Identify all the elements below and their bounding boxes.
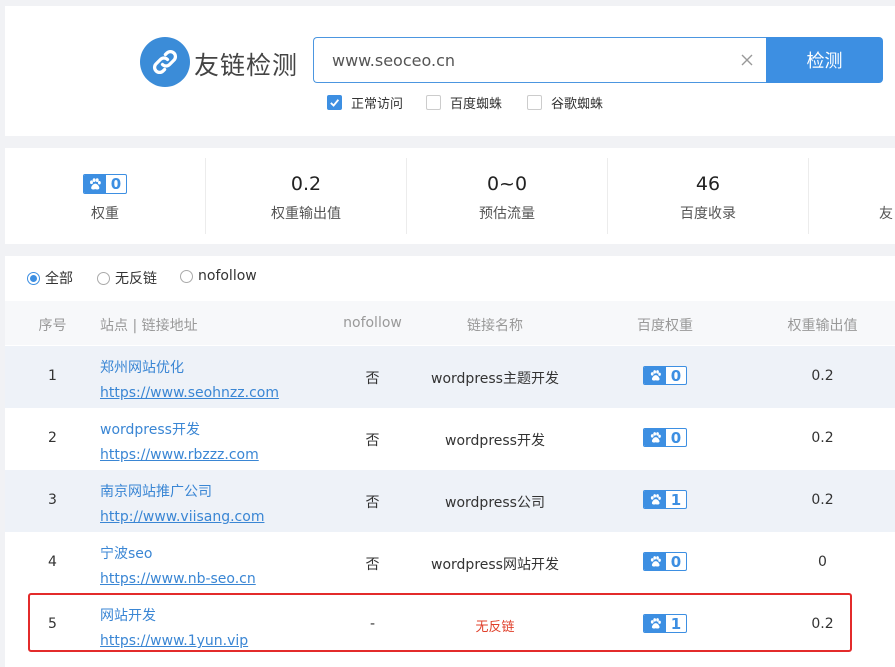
site-url-link[interactable]: https://www.nb-seo.cn — [100, 567, 256, 592]
stat-links: 友 — [809, 158, 895, 234]
output-value: 0.2 — [811, 492, 834, 508]
site-name-link[interactable]: 南京网站推广公司 — [100, 480, 264, 505]
links-table-panel: 全部 无反链 nofollow 序号 站点 | 链接地址 nofollow 链接… — [5, 256, 895, 667]
nofollow-value: 否 — [365, 433, 380, 449]
option-label: 正常访问 — [351, 97, 404, 112]
domain-input[interactable] — [332, 38, 722, 82]
table-row: 3 南京网站推广公司 http://www.viisang.com 否 word… — [5, 470, 895, 532]
site-stats: 0 权重 0.2 权重输出值 0~0 预估流量 46 百度收录 友 — [5, 148, 895, 244]
anchor-text: wordpress公司 — [445, 495, 545, 511]
site-name-link[interactable]: 郑州网站优化 — [100, 356, 279, 381]
output-value: 0.2 — [811, 430, 834, 446]
table-row: 2 wordpress开发 https://www.rbzzz.com 否 wo… — [5, 408, 895, 470]
baidu-paw-icon — [644, 367, 666, 384]
baidu-weight-badge: 0 — [643, 366, 687, 385]
nofollow-value: 否 — [365, 557, 380, 573]
anchor-text: wordpress主题开发 — [431, 371, 559, 387]
header-baidu-weight: 百度权重 — [637, 318, 693, 334]
option-google-spider[interactable]: 谷歌蜘蛛 — [527, 93, 603, 112]
baidu-paw-icon — [644, 429, 666, 446]
baidu-paw-icon — [84, 175, 106, 193]
baidu-paw-icon — [644, 491, 666, 508]
page-title: 友链检测 — [194, 51, 299, 80]
stat-value: 0~0 — [486, 173, 528, 195]
header-output: 权重输出值 — [787, 318, 858, 334]
baidu-weight-badge: 0 — [643, 428, 687, 447]
stat-output: 0.2 权重输出值 — [206, 158, 407, 234]
checkbox-checked-icon[interactable] — [327, 95, 342, 110]
site-url-link[interactable]: https://www.seohnzz.com — [100, 381, 279, 406]
stat-value: 46 — [695, 173, 721, 195]
search-box — [313, 37, 768, 83]
filter-no-backlink[interactable]: 无反链 — [97, 268, 157, 288]
filter-nofollow[interactable]: nofollow — [180, 268, 257, 284]
row-index: 5 — [48, 616, 57, 632]
checkbox-icon[interactable] — [426, 95, 441, 110]
radio-selected-icon[interactable] — [27, 271, 40, 285]
radio-icon[interactable] — [180, 269, 193, 283]
no-backlink-status: 无反链 — [475, 620, 515, 635]
check-button[interactable]: 检测 — [766, 37, 883, 83]
nofollow-value: 否 — [365, 371, 380, 387]
stat-index: 46 百度收录 — [608, 158, 809, 234]
option-label: 谷歌蜘蛛 — [551, 97, 604, 112]
nofollow-value: 否 — [365, 495, 380, 511]
output-value: 0 — [818, 554, 827, 570]
checkbox-icon[interactable] — [527, 95, 542, 110]
baidu-weight-badge: 1 — [643, 614, 687, 633]
baidu-paw-icon — [644, 615, 666, 632]
stat-weight: 0 权重 — [5, 158, 206, 234]
option-baidu-spider[interactable]: 百度蜘蛛 — [426, 93, 502, 112]
stat-value: 0.2 — [290, 173, 322, 195]
baidu-weight-badge: 0 — [83, 174, 127, 194]
header-nofollow: nofollow — [343, 315, 402, 331]
table-row: 1 郑州网站优化 https://www.seohnzz.com 否 wordp… — [5, 346, 895, 408]
nofollow-value: - — [369, 616, 376, 632]
table-row: 4 宁波seo https://www.nb-seo.cn 否 wordpres… — [5, 532, 895, 594]
header-index: 序号 — [38, 318, 67, 334]
row-index: 1 — [48, 368, 57, 384]
stat-label: 友 — [879, 206, 893, 222]
header-site: 站点 | 链接地址 — [100, 318, 198, 334]
row-index: 3 — [48, 492, 57, 508]
table-header: 序号 站点 | 链接地址 nofollow 链接名称 百度权重 权重输出值 — [5, 301, 895, 345]
stat-label: 权重 — [91, 206, 119, 222]
radio-icon[interactable] — [97, 271, 110, 285]
site-name-link[interactable]: 网站开发 — [100, 604, 248, 629]
stat-label: 权重输出值 — [271, 206, 341, 222]
site-url-link[interactable]: https://www.1yun.vip — [100, 629, 248, 654]
link-chain-icon — [140, 37, 190, 87]
row-index: 4 — [48, 554, 57, 570]
baidu-weight-badge: 1 — [643, 490, 687, 509]
site-url-link[interactable]: http://www.viisang.com — [100, 505, 264, 530]
search-panel: 友链检测 检测 正常访问 百度蜘蛛 谷歌蜘蛛 — [5, 6, 895, 136]
stat-traffic: 0~0 预估流量 — [407, 158, 608, 234]
option-label: 百度蜘蛛 — [450, 97, 503, 112]
option-normal-visit[interactable]: 正常访问 — [327, 93, 403, 112]
baidu-weight-badge: 0 — [643, 552, 687, 571]
stat-label: 预估流量 — [479, 206, 535, 222]
site-name-link[interactable]: wordpress开发 — [100, 418, 259, 443]
anchor-text: wordpress网站开发 — [431, 557, 559, 573]
site-url-link[interactable]: https://www.rbzzz.com — [100, 443, 259, 468]
clear-icon[interactable] — [739, 52, 755, 68]
header-anchor: 链接名称 — [467, 318, 523, 334]
output-value: 0.2 — [811, 616, 834, 632]
output-value: 0.2 — [811, 368, 834, 384]
anchor-text: wordpress开发 — [445, 433, 545, 449]
filter-all[interactable]: 全部 — [27, 268, 73, 288]
site-name-link[interactable]: 宁波seo — [100, 542, 256, 567]
stat-label: 百度收录 — [680, 206, 736, 222]
row-index: 2 — [48, 430, 57, 446]
baidu-paw-icon — [644, 553, 666, 570]
table-row: 5 网站开发 https://www.1yun.vip - 无反链 1 0.2 — [5, 594, 895, 656]
